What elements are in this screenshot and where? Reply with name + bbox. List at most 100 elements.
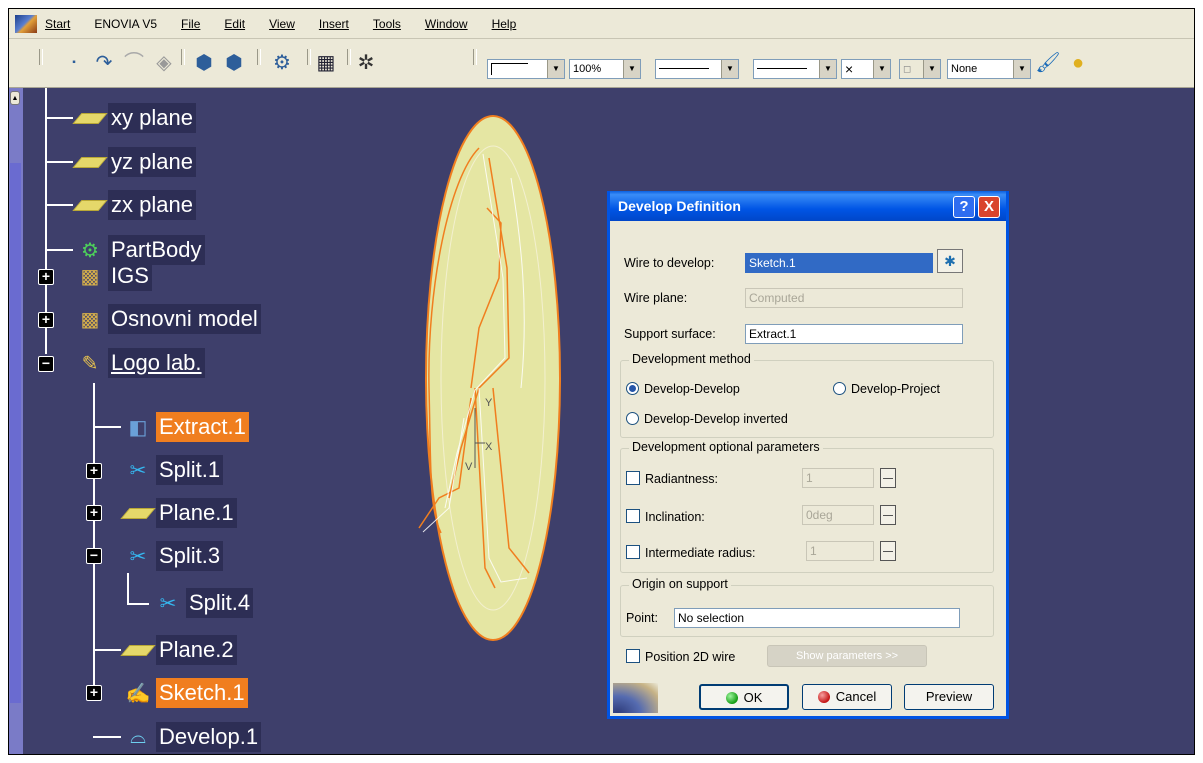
position-2d-wire-checkbox[interactable]: Position 2D wire <box>626 649 735 664</box>
split-icon: ✂ <box>129 459 147 482</box>
menu-file[interactable]: File <box>181 17 200 31</box>
ok-button[interactable]: OK <box>699 684 789 710</box>
tree-node-label: Split.1 <box>156 455 224 485</box>
close-icon[interactable]: X <box>978 196 1000 218</box>
checkbox-icon <box>626 509 640 523</box>
checkbox-icon <box>626 649 640 663</box>
support-field[interactable]: Extract.1 <box>745 324 963 344</box>
extract-surface[interactable] <box>425 115 561 641</box>
support-label: Support surface: <box>624 327 716 341</box>
tree-node-extract-1[interactable]: ◧ Extract.1 <box>123 409 249 445</box>
inclination-field[interactable]: 0deg <box>802 505 874 525</box>
checkbox-icon <box>626 471 640 485</box>
toolbar-separator <box>181 49 185 65</box>
star-icon[interactable]: ✲ <box>351 51 381 75</box>
sketch-icon: ✍ <box>125 682 151 705</box>
paint-icon[interactable]: 🖌 <box>1033 51 1063 75</box>
expand-icon[interactable]: + <box>38 312 54 328</box>
cube-alt-icon[interactable]: ⬢ <box>219 51 249 75</box>
tree-node-igs[interactable]: ▩ IGS <box>75 258 152 294</box>
tree-node-logo-lab[interactable]: ✎ Logo lab. <box>75 345 205 381</box>
zoom-combo[interactable]: 100% ▼ <box>569 59 641 79</box>
point-symbol-combo[interactable]: × ▼ <box>841 59 891 79</box>
menu-tools[interactable]: Tools <box>373 17 401 31</box>
menu-window[interactable]: Window <box>425 17 468 31</box>
cancel-button[interactable]: Cancel <box>802 684 892 710</box>
tree-node-develop-1[interactable]: ⌓ Develop.1 <box>123 719 262 754</box>
curve-icon[interactable]: ↷ <box>89 51 119 75</box>
linetype-combo[interactable]: ▼ <box>655 59 739 79</box>
inclination-spinner-icon[interactable] <box>880 505 896 525</box>
tree-node-yz-plane[interactable]: yz plane <box>72 144 196 180</box>
wire-plane-field[interactable]: Computed <box>745 288 963 308</box>
tree-node-osnovni-model[interactable]: ▩ Osnovni model <box>75 301 261 337</box>
expand-icon[interactable]: + <box>86 505 102 521</box>
preview-button[interactable]: Preview <box>904 684 994 710</box>
render-icon[interactable]: ● <box>1063 51 1093 75</box>
point-field[interactable]: No selection <box>674 608 960 628</box>
tree-node-plane-2[interactable]: Plane.2 <box>120 632 237 668</box>
plane-icon <box>120 638 156 662</box>
menu-start[interactable]: Start <box>45 17 70 31</box>
dialog-title-bar[interactable]: Develop Definition ? X <box>610 191 1006 221</box>
radio-develop-project[interactable]: Develop-Project <box>833 382 940 396</box>
radiantness-field[interactable]: 1 <box>802 468 874 488</box>
checkbox-label: Position 2D wire <box>645 650 736 664</box>
menu-enovia[interactable]: ENOVIA V5 <box>94 17 157 31</box>
tree-node-split-4[interactable]: ✂ Split.4 <box>153 585 254 621</box>
help-icon[interactable]: ? <box>953 196 975 218</box>
plane-icon <box>72 106 108 130</box>
chevron-down-icon: ▼ <box>623 60 640 78</box>
zoom-value: 100% <box>573 63 602 75</box>
layer-combo[interactable]: None ▼ <box>947 59 1031 79</box>
tree-node-sketch-1[interactable]: ✍ Sketch.1 <box>123 675 248 711</box>
axis-y-label: Y <box>485 397 493 409</box>
toolbar: ▪ ↷ ⌒ ◈ ⬢ ⬢ ⚙ ▦ ✲ ▼ 100% ▼ ▼ ▼ × ▼ ◻ ▼ N… <box>9 39 1194 88</box>
show-parameters-button[interactable]: Show parameters >> <box>767 645 927 667</box>
expand-icon[interactable]: + <box>86 463 102 479</box>
cube-icon[interactable]: ⬢ <box>189 51 219 75</box>
intermediate-radius-spinner-icon[interactable] <box>880 541 896 561</box>
point-icon[interactable]: ▪ <box>59 51 89 75</box>
wire-selector-icon[interactable]: ✱ <box>937 249 963 273</box>
menu-edit[interactable]: Edit <box>224 17 245 31</box>
grid-icon[interactable]: ▦ <box>311 51 341 75</box>
collapse-icon[interactable]: − <box>86 548 102 564</box>
radiantness-checkbox[interactable]: Radiantness: <box>626 471 718 486</box>
toolbar-separator <box>257 49 261 65</box>
tree-node-split-1[interactable]: ✂ Split.1 <box>123 452 224 488</box>
catia-logo-icon[interactable] <box>15 14 37 33</box>
collapse-icon[interactable]: − <box>38 356 54 372</box>
radio-develop-inverted[interactable]: Develop-Develop inverted <box>626 412 788 426</box>
thickness-combo[interactable]: ▼ <box>753 59 837 79</box>
line-color-combo[interactable]: ▼ <box>487 59 565 79</box>
group-title: Origin on support <box>629 577 731 591</box>
tree-node-xy-plane[interactable]: xy plane <box>72 100 196 136</box>
menu-insert[interactable]: Insert <box>319 17 349 31</box>
tree-node-label: Osnovni model <box>108 304 261 334</box>
menu-help[interactable]: Help <box>492 17 517 31</box>
tree-node-label: Plane.2 <box>156 635 237 665</box>
radio-develop-develop[interactable]: Develop-Develop <box>626 382 740 396</box>
intermediate-radius-checkbox[interactable]: Intermediate radius: <box>626 545 755 560</box>
tree-node-zx-plane[interactable]: zx plane <box>72 187 196 223</box>
develop-icon: ⌓ <box>130 725 146 748</box>
tree-node-split-3[interactable]: ✂ Split.3 <box>123 538 224 574</box>
checkbox-icon <box>626 545 640 559</box>
radiantness-spinner-icon[interactable] <box>880 468 896 488</box>
point-label: Point: <box>626 611 658 625</box>
menu-view[interactable]: View <box>269 17 295 31</box>
surface-icon[interactable]: ⌒ <box>119 51 149 75</box>
expand-icon[interactable]: + <box>86 685 102 701</box>
eraser-icon[interactable]: ◈ <box>149 51 179 75</box>
expand-icon[interactable]: + <box>38 269 54 285</box>
tree-node-plane-1[interactable]: Plane.1 <box>120 495 237 531</box>
layer-filter-combo[interactable]: ◻ ▼ <box>899 59 941 79</box>
wire-field[interactable]: Sketch.1 <box>745 253 933 273</box>
intermediate-radius-field[interactable]: 1 <box>806 541 874 561</box>
assembly-icon[interactable]: ⚙ <box>267 51 297 75</box>
wire-plane-label: Wire plane: <box>624 291 688 305</box>
group-title: Development optional parameters <box>629 440 823 454</box>
inclination-checkbox[interactable]: Inclination: <box>626 509 705 524</box>
tree-node-label: Sketch.1 <box>156 678 248 708</box>
